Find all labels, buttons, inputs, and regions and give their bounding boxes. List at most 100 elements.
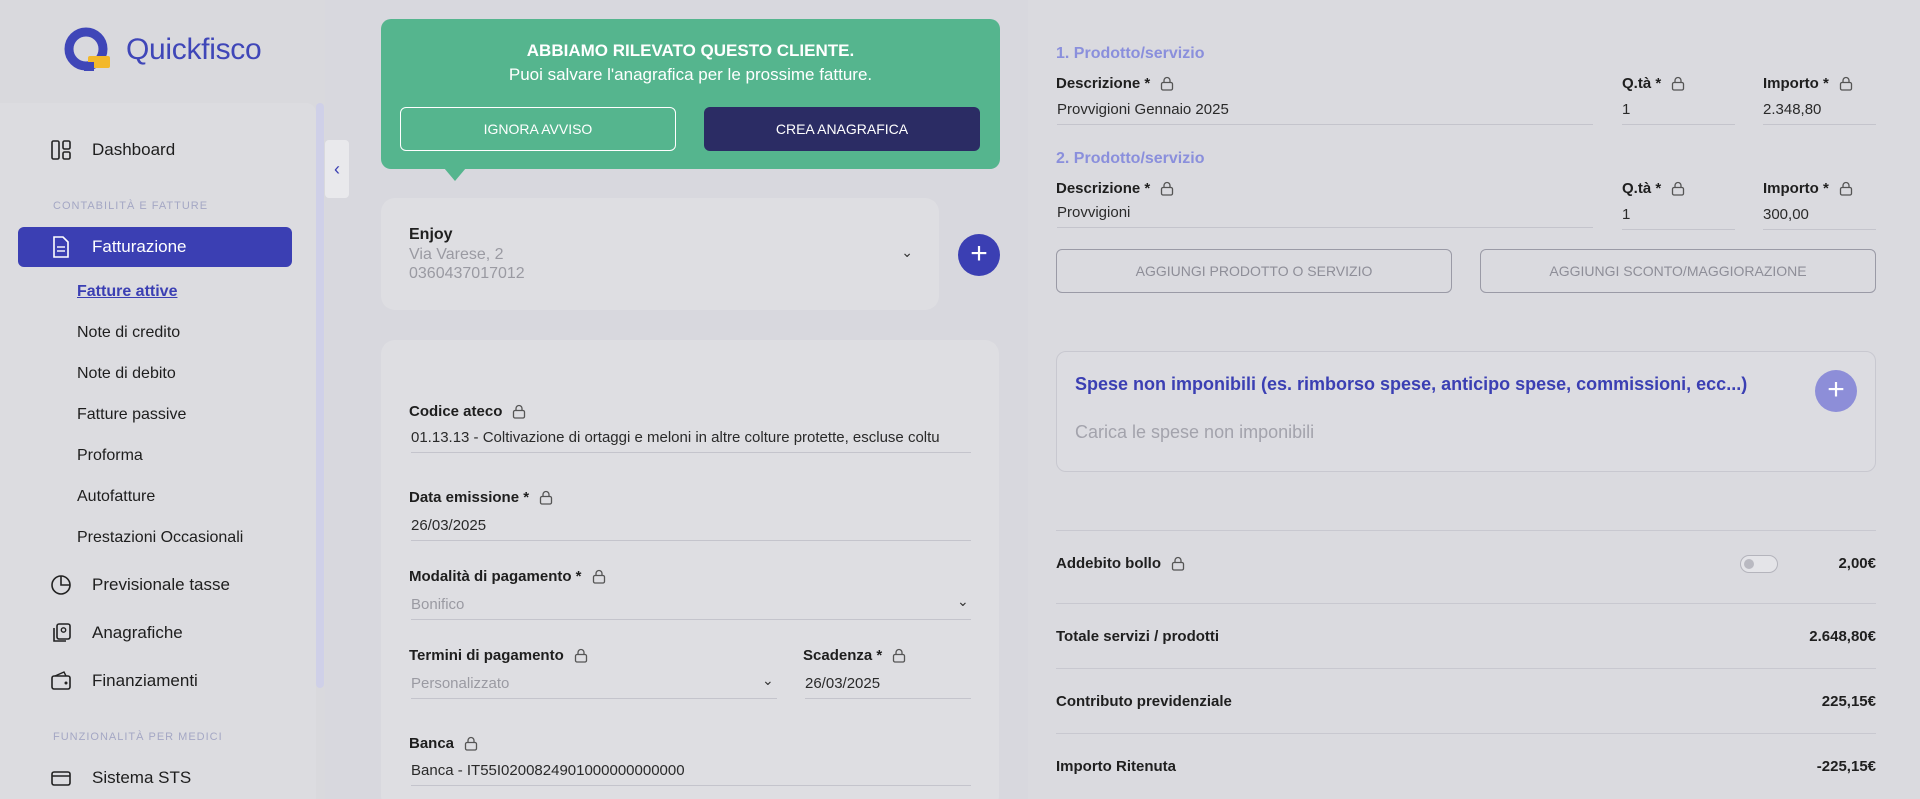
sidebar-item-fatturazione[interactable]: Fatturazione xyxy=(18,227,292,267)
sidebar-item-dashboard[interactable]: Dashboard xyxy=(18,130,292,170)
client-phone: 0360437017012 xyxy=(409,265,525,282)
chevron-down-icon[interactable]: ⌄ xyxy=(762,672,774,689)
amount-label-text: Importo * xyxy=(1763,75,1829,92)
banca-label-text: Banca xyxy=(409,735,455,752)
lock-icon xyxy=(1839,181,1852,196)
modalita-pagamento-select[interactable]: Bonifico xyxy=(411,596,971,620)
totale-row: Totale servizi / prodotti 2.648,80€ xyxy=(1056,603,1876,668)
sidebar: Quickfisco Dashboard CONTABILITÀ E FATTU… xyxy=(0,0,325,799)
lock-icon xyxy=(592,569,605,584)
product-2-desc-label: Descrizione * xyxy=(1056,180,1174,197)
sidebar-subitem-proforma[interactable]: Proforma xyxy=(77,447,143,465)
client-name: Enjoy xyxy=(409,226,453,243)
product-2-title: 2. Prodotto/servizio xyxy=(1056,150,1205,167)
chevron-down-icon[interactable]: ⌄ xyxy=(957,593,969,610)
document-icon xyxy=(50,236,72,258)
card-icon xyxy=(50,767,72,789)
banca-field[interactable]: Banca - IT55I0200824901000000000000 xyxy=(411,762,971,786)
product-1-description-field[interactable]: Provvigioni Gennaio 2025 xyxy=(1057,101,1593,125)
banca-label: Banca xyxy=(409,735,478,752)
client-selector[interactable]: Enjoy Via Varese, 2 0360437017012 ⌄ xyxy=(381,198,939,310)
add-client-button[interactable]: + xyxy=(958,234,1000,276)
sidebar-item-label: Finanziamenti xyxy=(92,671,198,690)
add-discount-button[interactable]: AGGIUNGI SCONTO/MAGGIORAZIONE xyxy=(1480,249,1876,293)
lock-icon xyxy=(1161,181,1174,196)
plus-icon: + xyxy=(970,237,988,270)
sidebar-item-previsionale[interactable]: Previsionale tasse xyxy=(18,565,292,605)
modalita-pagamento-label: Modalità di pagamento * xyxy=(409,568,606,585)
product-1-amount-label: Importo * xyxy=(1763,75,1853,92)
product-1-quantity-field[interactable]: 1 xyxy=(1622,101,1735,125)
brand-name: Quickfisco xyxy=(126,33,262,66)
add-expense-button[interactable]: + xyxy=(1815,370,1857,412)
ritenuta-value: -225,15€ xyxy=(1816,757,1876,775)
sidebar-item-sistema-sts[interactable]: Sistema STS xyxy=(18,758,292,798)
bollo-toggle[interactable] xyxy=(1740,555,1778,573)
termini-label-text: Termini di pagamento xyxy=(409,647,564,664)
section-label-medici: FUNZIONALITÀ PER MEDICI xyxy=(53,731,223,743)
spese-subtitle: Carica le spese non imponibili xyxy=(1075,422,1315,442)
sidebar-subitem-fatture-attive[interactable]: Fatture attive xyxy=(77,283,177,301)
contributo-label: Contributo previdenziale xyxy=(1056,692,1232,710)
data-emissione-field[interactable]: 26/03/2025 xyxy=(411,517,971,541)
modalita-label-text: Modalità di pagamento * xyxy=(409,568,582,585)
lock-icon xyxy=(539,490,553,505)
scadenza-label-text: Scadenza * xyxy=(803,647,883,664)
ritenuta-label: Importo Ritenuta xyxy=(1056,757,1176,775)
product-1-qty-label: Q.tà * xyxy=(1622,75,1685,92)
lock-icon xyxy=(1839,76,1852,91)
contributo-row: Contributo previdenziale 225,15€ xyxy=(1056,668,1876,733)
chevron-down-icon[interactable]: ⌄ xyxy=(901,244,913,261)
sidebar-scrollbar[interactable] xyxy=(316,103,324,688)
bollo-label: Addebito bollo xyxy=(1056,555,1185,572)
sidebar-subitem-prestazioni[interactable]: Prestazioni Occasionali xyxy=(77,529,243,547)
sidebar-item-label: Fatturazione xyxy=(92,237,187,256)
spese-title: Spese non imponibili (es. rimborso spese… xyxy=(1075,374,1748,394)
lock-icon xyxy=(893,648,906,663)
amount-label-text: Importo * xyxy=(1763,180,1829,197)
scadenza-field[interactable]: 26/03/2025 xyxy=(805,675,971,699)
product-1-title: 1. Prodotto/servizio xyxy=(1056,45,1205,62)
data-emissione-label-text: Data emissione * xyxy=(409,489,530,506)
sidebar-item-finanziamenti[interactable]: Finanziamenti xyxy=(18,661,292,701)
ateco-field[interactable]: 01.13.13 - Coltivazione di ortaggi e mel… xyxy=(411,429,971,453)
client-detected-toast: ABBIAMO RILEVATO QUESTO CLIENTE. Puoi sa… xyxy=(381,19,1000,169)
client-address: Via Varese, 2 xyxy=(409,246,504,263)
create-contact-button[interactable]: CREA ANAGRAFICA xyxy=(704,107,980,151)
sidebar-item-label: Anagrafiche xyxy=(92,623,183,642)
chevron-left-icon: ‹ xyxy=(334,158,340,179)
termini-pagamento-select[interactable]: Personalizzato xyxy=(411,675,777,699)
sidebar-subitem-note-credito[interactable]: Note di credito xyxy=(77,324,180,342)
product-1-amount-field[interactable]: 2.348,80 xyxy=(1763,101,1876,125)
desc-label-text: Descrizione * xyxy=(1056,75,1151,92)
wallet-icon xyxy=(50,670,72,692)
collapse-sidebar-button[interactable]: ‹ xyxy=(325,140,349,198)
termini-pagamento-label: Termini di pagamento xyxy=(409,647,588,664)
product-2-amount-field[interactable]: 300,00 xyxy=(1763,206,1876,230)
sidebar-item-anagrafiche[interactable]: Anagrafiche xyxy=(18,613,292,653)
quickfisco-logo-icon xyxy=(64,27,110,71)
lock-icon xyxy=(1161,76,1174,91)
lock-icon xyxy=(574,648,587,663)
sidebar-subitem-note-debito[interactable]: Note di debito xyxy=(77,365,176,383)
bollo-label-text: Addebito bollo xyxy=(1056,554,1161,572)
sidebar-item-label: Previsionale tasse xyxy=(92,575,230,594)
sidebar-subitem-fatture-passive[interactable]: Fatture passive xyxy=(77,406,186,424)
sidebar-item-label: Sistema STS xyxy=(92,768,192,787)
sidebar-subitem-autofatture[interactable]: Autofatture xyxy=(77,488,155,506)
logo[interactable]: Quickfisco xyxy=(62,26,262,74)
product-2-quantity-field[interactable]: 1 xyxy=(1622,206,1735,230)
contacts-icon xyxy=(50,622,72,644)
ignore-warning-button[interactable]: IGNORA AVVISO xyxy=(400,107,676,151)
lock-icon xyxy=(1171,556,1185,571)
dashboard-icon xyxy=(50,139,72,161)
qty-label-text: Q.tà * xyxy=(1622,180,1662,197)
totale-value: 2.648,80€ xyxy=(1809,627,1876,645)
bollo-value: 2,00€ xyxy=(1838,554,1876,572)
toast-title: ABBIAMO RILEVATO QUESTO CLIENTE. xyxy=(526,41,855,60)
product-2-description-field[interactable]: Provvigioni xyxy=(1057,204,1593,228)
totale-label: Totale servizi / prodotti xyxy=(1056,627,1220,645)
ateco-label: Codice ateco xyxy=(409,403,526,420)
qty-label-text: Q.tà * xyxy=(1622,75,1662,92)
add-product-button[interactable]: AGGIUNGI PRODOTTO O SERVIZIO xyxy=(1056,249,1452,293)
